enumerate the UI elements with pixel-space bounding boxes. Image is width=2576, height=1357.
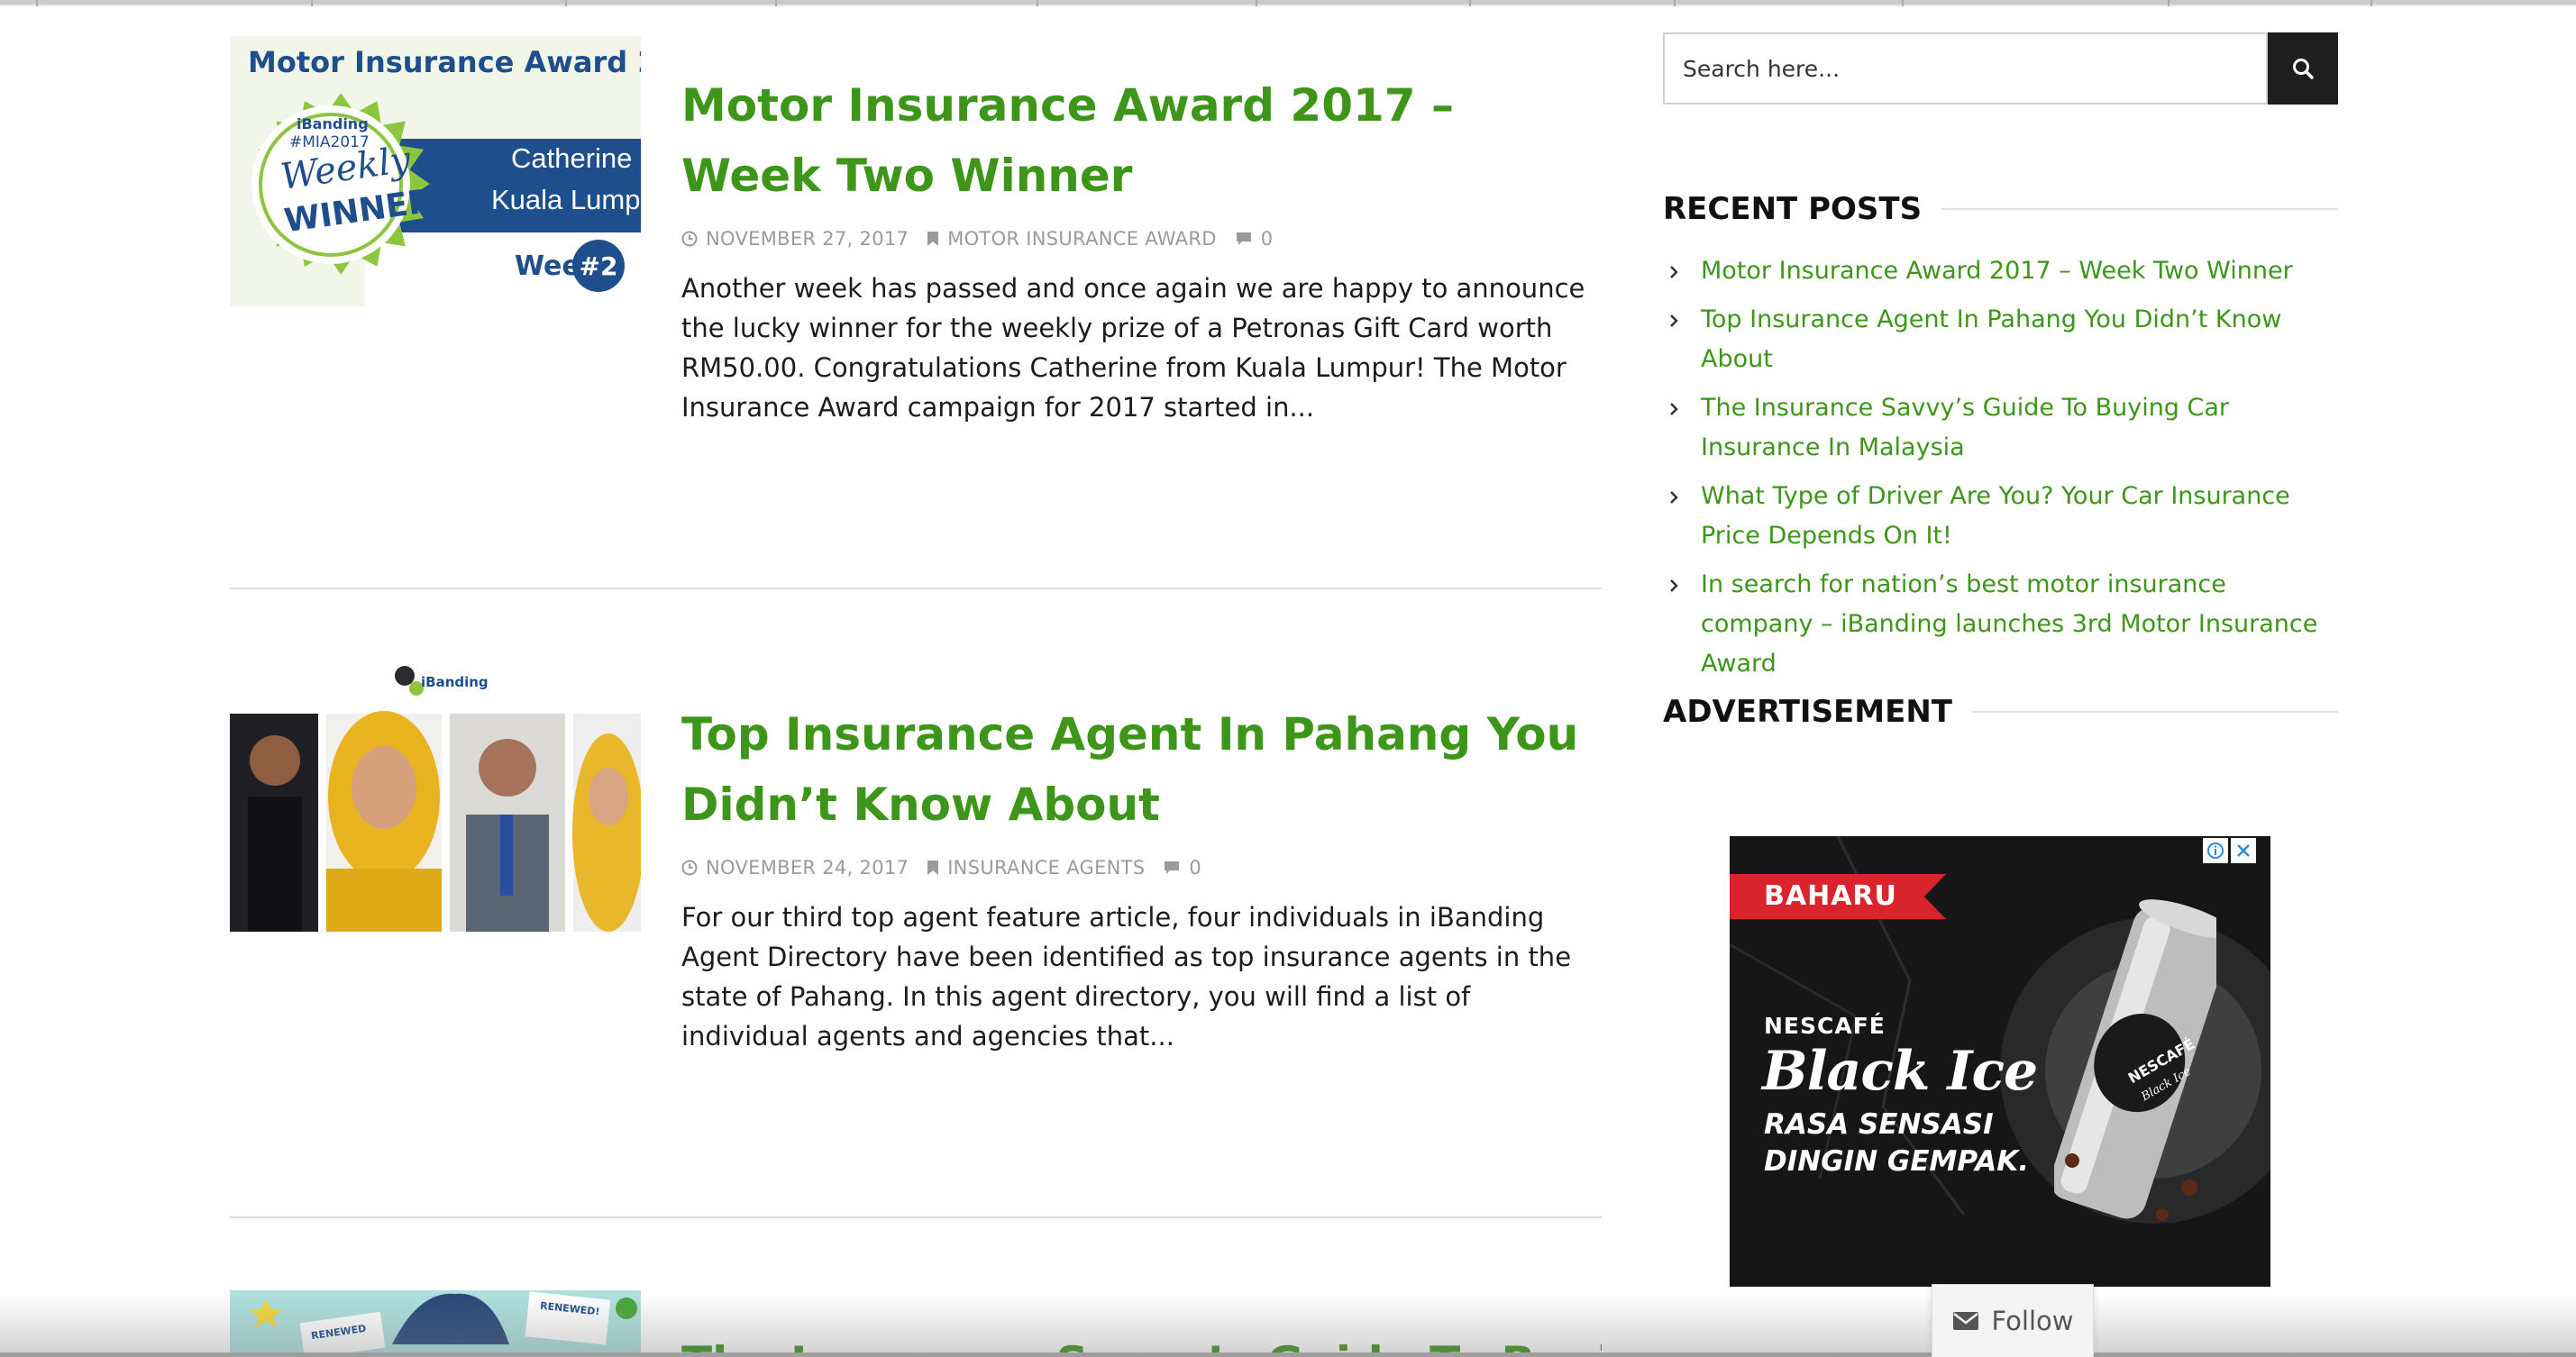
nav-separator [1902,0,1904,6]
nav-separator [36,0,38,6]
chevron-right-icon [1670,314,1678,327]
nav-separator [565,0,567,6]
ad-brand: NESCAFÉ [1764,1013,1886,1039]
post-category[interactable]: MOTOR INSURANCE AWARD [927,228,1217,250]
advertisement-banner[interactable]: BAHARU NESCAFÉ Black Ice RASA SENSASI DI… [1730,836,2270,1287]
post-divider [230,587,1602,589]
post-comment-count: 0 [1189,857,1202,879]
nav-separator [1037,0,1038,6]
bookmark-icon [927,232,939,246]
post-thumbnail[interactable]: Motor Insurance Award 2017 iBanding #MIA… [230,36,641,306]
post-date-text: NOVEMBER 27, 2017 [706,228,909,250]
comment-icon [1165,861,1180,874]
drink-can-graphic [2050,899,2234,1221]
title-rule [1941,208,2338,210]
recent-post-item: The Insurance Savvy’s Guide To Buying Ca… [1663,388,2338,468]
post-article: Motor Insurance Award 2017 iBanding #MIA… [230,32,1602,591]
post-comments[interactable]: 0 [1235,228,1274,250]
post-article: RENEWED RENEWED! The Insurance Savvy’s G… [230,1290,1602,1357]
post-thumbnail[interactable]: iBanding [230,661,641,932]
winner-city: Kuala Lumpur [491,184,641,215]
ad-info-button[interactable] [2203,838,2228,863]
nav-separator [1469,0,1471,6]
recent-post-link[interactable]: What Type of Driver Are You? Your Car In… [1701,482,2290,550]
chevron-right-icon [1670,403,1678,415]
week-number: #2 [579,250,618,281]
bookmark-icon [927,861,939,875]
advertisement-heading: ADVERTISEMENT [1663,694,2338,730]
nav-separator [1256,0,1257,6]
post-meta: NOVEMBER 27, 2017 MOTOR INSURANCE AWARD … [681,225,1602,252]
post-body: Motor Insurance Award 2017 – Week Two Wi… [681,32,1602,427]
post-article: iBanding Top Insurance Agent In Pahang Y… [230,661,1602,1220]
winner-name: Catherine [511,142,633,174]
post-category-link[interactable]: INSURANCE AGENTS [947,857,1145,879]
search-input[interactable] [1663,32,2268,105]
bottom-edge [0,1352,2576,1357]
follow-button[interactable]: Follow [1932,1284,2094,1357]
nav-separator [1674,0,1676,6]
ad-product-name: Black Ice [1762,1040,2038,1103]
close-icon [2237,844,2250,857]
recent-posts-list: Motor Insurance Award 2017 – Week Two Wi… [1663,251,2338,693]
post-category-link[interactable]: MOTOR INSURANCE AWARD [947,228,1217,250]
post-date-text: NOVEMBER 24, 2017 [706,857,909,879]
recent-post-link[interactable]: Top Insurance Agent In Pahang You Didn’t… [1701,305,2281,373]
search-icon [2293,59,2314,79]
post-date: NOVEMBER 24, 2017 [681,857,909,879]
title-rule [1972,711,2338,713]
post-comment-count: 0 [1260,228,1274,250]
seal-brand: iBanding [297,115,369,132]
post-body: Top Insurance Agent In Pahang You Didn’t… [681,661,1602,1056]
thumb-brand: iBanding [421,674,489,690]
chevron-right-icon [1670,579,1678,592]
post-title-link[interactable]: Top Insurance Agent In Pahang You Didn’t… [681,699,1602,840]
recent-post-item: Top Insurance Agent In Pahang You Didn’t… [1663,300,2338,379]
post-excerpt: Another week has passed and once again w… [681,273,1585,423]
widget-title-text: RECENT POSTS [1663,191,1923,227]
clock-icon [681,231,698,247]
post-category[interactable]: INSURANCE AGENTS [927,857,1145,879]
chevron-right-icon [1670,491,1678,504]
nav-separator [775,0,777,6]
renewal-thumbnail-image [230,1290,641,1357]
clock-icon [681,860,698,876]
recent-post-link[interactable]: The Insurance Savvy’s Guide To Buying Ca… [1701,394,2229,461]
widget-title-text: ADVERTISEMENT [1663,694,1952,730]
post-excerpt: For our third top agent feature article,… [681,902,1572,1052]
comment-icon [1236,232,1251,245]
chevron-right-icon [1670,266,1678,278]
nav-separator [2168,0,2170,6]
agents-thumbnail-image [230,661,641,932]
nav-separator [2370,0,2372,6]
ad-new-badge: BAHARU [1730,874,1946,919]
post-comments[interactable]: 0 [1163,857,1201,879]
post-date: NOVEMBER 27, 2017 [681,228,909,250]
recent-post-item: In search for nation’s best motor insura… [1663,565,2338,684]
post-divider [230,1216,1602,1218]
post-meta: NOVEMBER 24, 2017 INSURANCE AGENTS 0 [681,854,1602,881]
search-form [1663,32,2338,105]
recent-post-link[interactable]: In search for nation’s best motor insura… [1701,570,2317,678]
ad-close-button[interactable] [2231,838,2256,863]
ad-can-image: NESCAFÉ Black Ice [2050,890,2234,1233]
post-title-link[interactable]: Motor Insurance Award 2017 – Week Two Wi… [681,70,1602,211]
nav-separator [311,0,313,6]
recent-post-item: What Type of Driver Are You? Your Car In… [1663,477,2338,556]
info-icon [2207,842,2224,859]
follow-label: Follow [1991,1306,2074,1336]
week-number-badge: #2 [572,240,625,292]
top-divider [0,5,2576,6]
recent-post-item: Motor Insurance Award 2017 – Week Two Wi… [1663,251,2338,291]
recent-posts-heading: RECENT POSTS [1663,191,2338,227]
post-body: The Insurance Savvy’s Guide To Buying [681,1290,1602,1357]
ad-tagline: RASA SENSASI DINGIN GEMPAK. [1764,1108,2030,1178]
ad-controls [2203,838,2256,863]
recent-post-link[interactable]: Motor Insurance Award 2017 – Week Two Wi… [1701,257,2293,285]
post-thumbnail[interactable]: RENEWED RENEWED! [230,1290,641,1357]
search-button[interactable] [2268,32,2338,105]
envelope-icon [1952,1312,1978,1330]
thumb-heading: Motor Insurance Award 2017 [248,45,641,79]
